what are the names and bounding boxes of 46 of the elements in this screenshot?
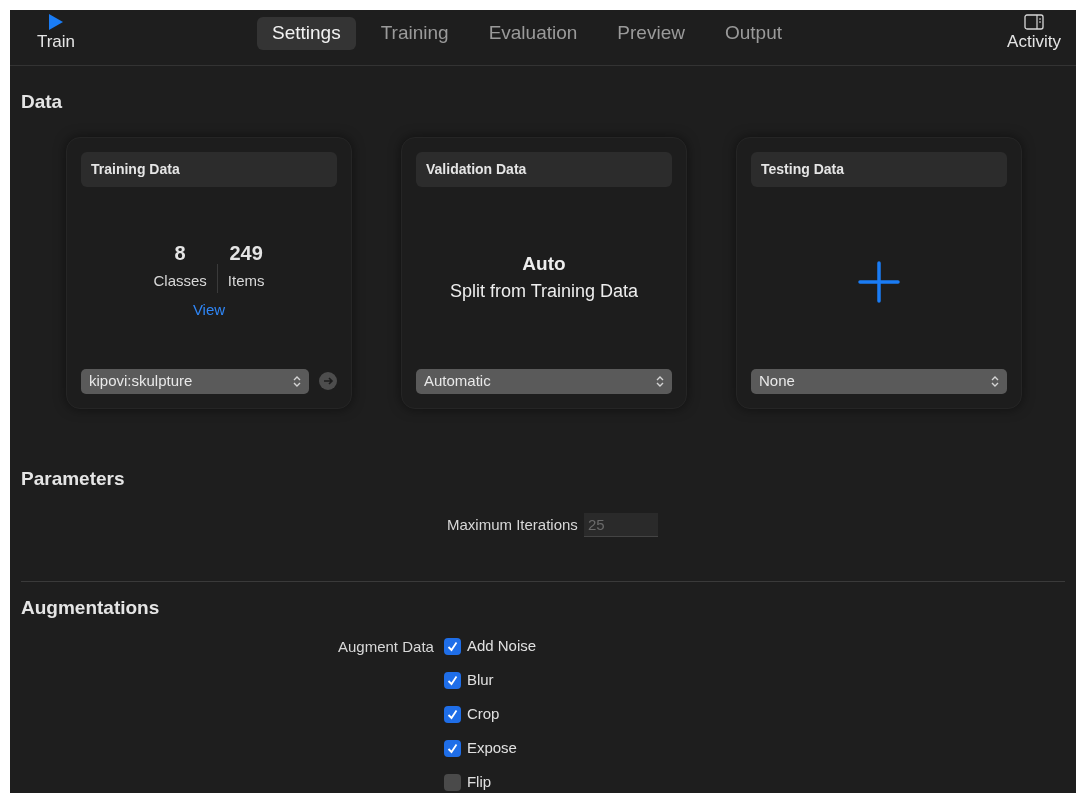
stat-value: 249 [229,241,263,266]
tab[interactable]: Preview [602,17,700,50]
checkmark-icon [446,641,458,652]
tab[interactable]: Training [365,17,464,50]
stat-label: Classes [153,271,207,291]
checkbox-label: Flip [466,772,492,793]
section-title: Augmentations [21,596,161,620]
tab[interactable]: Output [709,17,797,50]
checkmark-icon [446,675,458,686]
train-button[interactable]: Train [10,10,102,52]
stat-label: Items [227,271,265,291]
section-title: Data [21,90,64,114]
iterations-field[interactable]: 25 [583,513,658,537]
checkbox[interactable] [443,740,461,757]
checkbox-label: Blur [466,670,494,691]
activity-button[interactable]: Activity [992,10,1076,52]
card-title: Validation Data [416,151,672,187]
checkbox-label: Crop [466,704,500,725]
card-title: Testing Data [751,151,1007,187]
section-title: Parameters [21,466,126,491]
add-icon[interactable] [858,260,900,303]
tab[interactable]: Settings [257,17,356,50]
data-source-dropdown[interactable]: None [751,368,1007,394]
checkmark-icon [446,743,458,754]
checkbox[interactable] [443,774,461,791]
checkbox-label: Expose [466,738,517,759]
play-icon [48,14,64,30]
data-source-dropdown[interactable]: kipovi:skulpture [81,368,309,394]
checkmark-icon [446,709,458,720]
tab[interactable]: Evaluation [473,17,593,50]
augment-label: Augment Data [338,636,434,657]
view-link[interactable]: View [192,298,226,321]
sidebar-icon [1024,14,1044,30]
stepper-icon [991,374,999,388]
split-description: Split from Training Data [449,280,639,304]
data-source-dropdown[interactable]: Automatic [416,368,672,394]
stepper-icon [293,374,301,388]
field-label: Maximum Iterations [447,514,578,535]
card-title: Training Data [81,151,337,187]
checkbox-label: Add Noise [466,636,537,657]
stat-value: 8 [174,241,186,266]
checkbox[interactable] [443,706,461,723]
checkbox[interactable] [443,672,461,689]
stepper-icon [656,374,664,388]
checkbox[interactable] [443,638,461,655]
auto-heading: Auto [522,251,566,276]
